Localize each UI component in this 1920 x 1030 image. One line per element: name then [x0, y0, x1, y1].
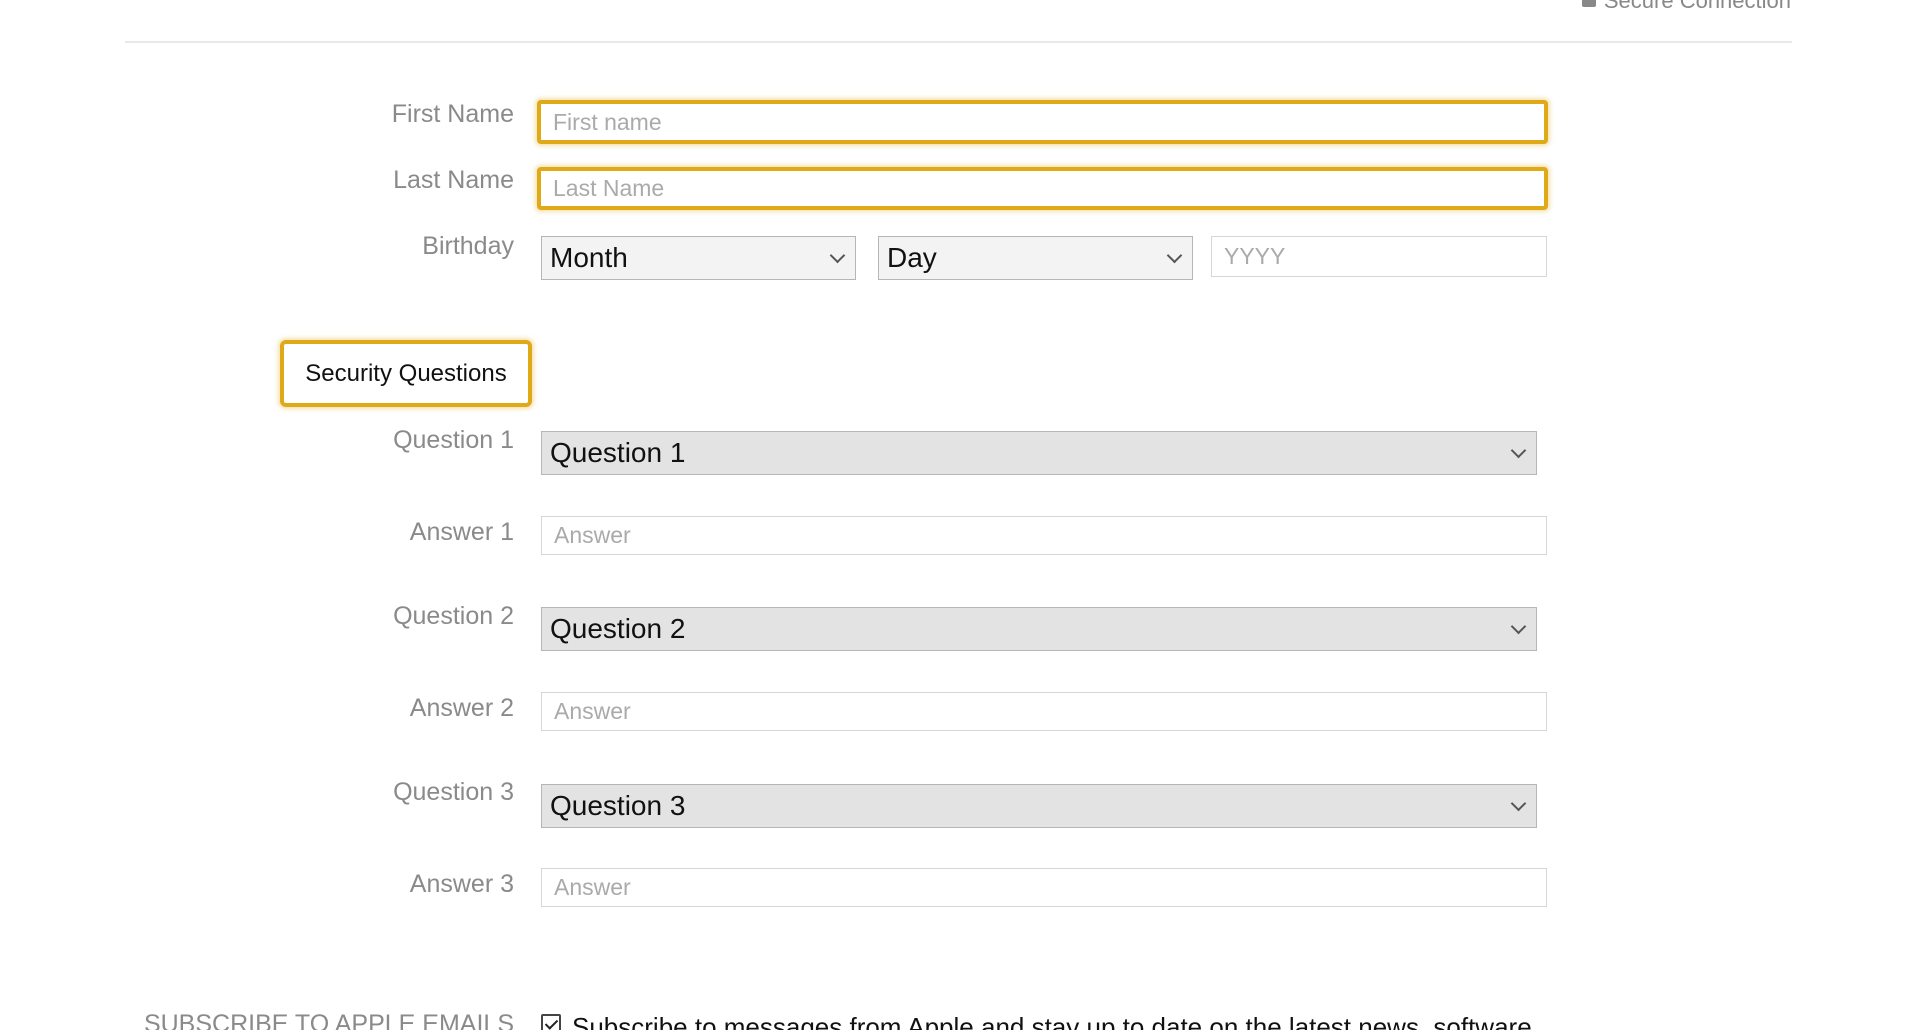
question-3-select[interactable]: Question 3 — [541, 784, 1537, 828]
question-2-value: Question 2 — [550, 613, 686, 644]
checkmark-icon — [544, 1015, 558, 1030]
last-name-field[interactable]: Last Name — [537, 167, 1548, 210]
chevron-down-icon — [1510, 442, 1527, 458]
question-1-select[interactable]: Question 1 — [541, 431, 1537, 475]
chevron-down-icon — [1166, 247, 1183, 263]
security-questions-heading: Security Questions — [280, 340, 532, 407]
last-name-placeholder: Last Name — [553, 175, 665, 201]
answer-1-placeholder: Answer — [554, 522, 631, 548]
answer-2-label: Answer 2 — [409, 694, 514, 722]
question-1-label: Question 1 — [393, 426, 514, 454]
answer-1-field[interactable]: Answer — [541, 516, 1547, 555]
question-2-select[interactable]: Question 2 — [541, 607, 1537, 651]
birthday-day-value: Day — [887, 242, 937, 273]
secure-connection-label: Secure Connection — [1603, 0, 1791, 13]
chevron-down-icon — [829, 247, 846, 263]
answer-3-field[interactable]: Answer — [541, 868, 1547, 907]
birthday-year-placeholder: YYYY — [1224, 243, 1286, 269]
first-name-field[interactable]: First name — [537, 100, 1548, 144]
answer-2-placeholder: Answer — [554, 698, 631, 724]
answer-2-field[interactable]: Answer — [541, 692, 1547, 731]
header-divider — [125, 41, 1792, 43]
first-name-label: First Name — [391, 100, 514, 128]
first-name-placeholder: First name — [553, 108, 662, 135]
chevron-down-icon — [1510, 795, 1527, 811]
birthday-year-field[interactable]: YYYY — [1211, 236, 1547, 277]
chevron-down-icon — [1510, 618, 1527, 634]
question-3-value: Question 3 — [550, 790, 686, 821]
account-form-page: Secure Connection First Name First name … — [0, 0, 1920, 1030]
answer-3-label: Answer 3 — [409, 870, 514, 898]
security-questions-heading-text: Security Questions — [305, 359, 507, 387]
question-1-value: Question 1 — [550, 437, 686, 468]
birthday-label: Birthday — [422, 232, 514, 260]
question-3-label: Question 3 — [393, 778, 514, 806]
birthday-month-value: Month — [550, 242, 628, 273]
answer-1-label: Answer 1 — [409, 518, 514, 546]
question-2-label: Question 2 — [393, 602, 514, 630]
subscribe-checkbox[interactable] — [541, 1014, 561, 1030]
secure-connection-indicator: Secure Connection — [1581, 0, 1791, 14]
answer-3-placeholder: Answer — [554, 874, 631, 900]
birthday-month-select[interactable]: Month — [541, 236, 856, 280]
subscribe-description: Subscribe to messages from Apple and sta… — [572, 1012, 1539, 1030]
birthday-day-select[interactable]: Day — [878, 236, 1193, 280]
last-name-label: Last Name — [393, 166, 514, 194]
lock-icon — [1581, 0, 1596, 7]
subscribe-section-label: SUBSCRIBE TO APPLE EMAILS — [143, 1010, 514, 1030]
